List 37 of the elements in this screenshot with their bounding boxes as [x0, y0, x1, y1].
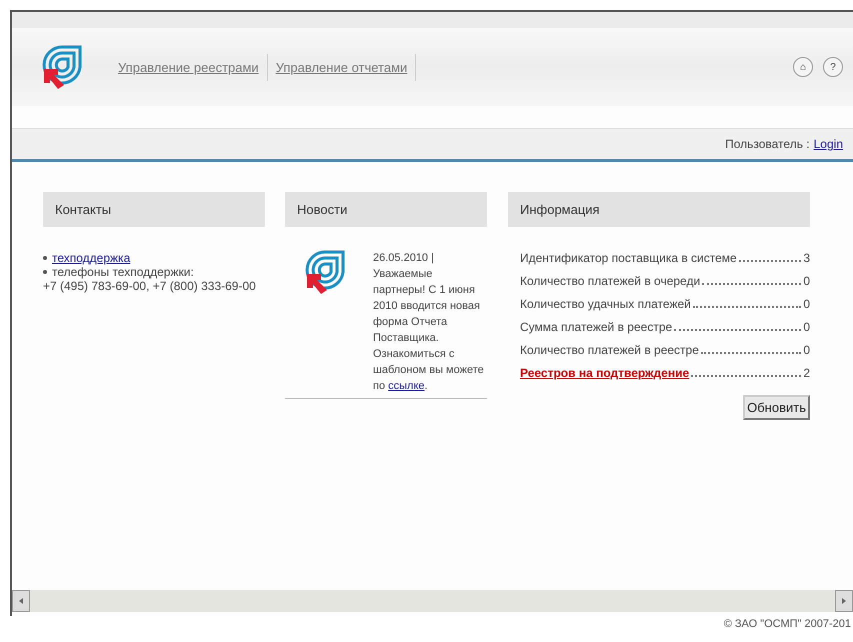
info-value: 0	[803, 320, 810, 334]
info-label: Количество удачных платежей	[520, 297, 691, 311]
copyright-text: © ЗАО "ОСМП" 2007-201	[724, 618, 851, 630]
bullet-icon	[43, 270, 47, 274]
phones-label: телефоны техподдержки:	[52, 265, 194, 279]
news-text: Уважаемые партнеры! С 1 июня 2010 вводится новая форма Отчета Поставщика. Ознакомиться с шаблоном вы можете по ссылке.	[373, 267, 485, 394]
info-label: Количество платежей в реестре	[520, 343, 699, 357]
scroll-right-icon[interactable]	[835, 590, 853, 612]
refresh-button[interactable]: Обновить	[743, 395, 810, 420]
logo-icon	[42, 45, 82, 89]
leader-line	[738, 260, 802, 262]
login-link[interactable]: Login	[814, 137, 843, 151]
scroll-left-icon[interactable]	[12, 590, 30, 612]
header-icon-button[interactable]: ?	[823, 57, 843, 77]
user-label: Пользователь :	[725, 137, 810, 151]
section-header: Информация	[508, 192, 810, 227]
logo-icon	[305, 250, 345, 294]
header-icon-button[interactable]: ⌂	[793, 57, 813, 77]
info-link[interactable]: Реестров на подтверждение	[520, 366, 690, 380]
section-header: Новости	[285, 192, 487, 227]
info-label: Идентификатор поставщика в системе	[520, 251, 737, 265]
info-label: Количество платежей в очереди	[520, 274, 700, 288]
horizontal-scrollbar[interactable]	[12, 590, 853, 612]
info-value: 0	[803, 274, 810, 288]
info-value: 0	[803, 297, 810, 311]
support-link[interactable]: техподдержка	[52, 251, 130, 265]
section-header: Контакты	[43, 192, 265, 227]
news-date: 26.05.2010 |	[373, 251, 435, 266]
bullet-icon	[43, 256, 47, 260]
news-link[interactable]: ссылке	[388, 380, 425, 392]
nav-link[interactable]: Управление отчетами	[268, 54, 416, 80]
info-value: 0	[803, 343, 810, 357]
info-label: Сумма платежей в реестре	[520, 320, 672, 334]
phone-numbers: +7 (495) 783-69-00, +7 (800) 333-69-00	[43, 279, 257, 293]
info-value: 3	[803, 251, 810, 265]
nav-link[interactable]: Управление реестрами	[110, 54, 268, 80]
info-value: 2	[803, 366, 810, 380]
